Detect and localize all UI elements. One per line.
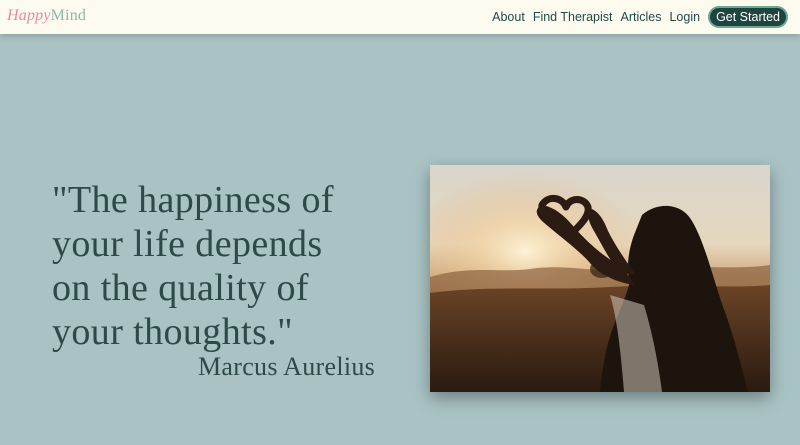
nav-link-find-therapist[interactable]: Find Therapist	[533, 5, 613, 29]
main-nav: About Find Therapist Articles Login Get …	[484, 5, 788, 29]
hero-photo	[430, 165, 770, 392]
quote-line: on the quality of	[52, 267, 309, 309]
brand-logo-mind: Mind	[50, 7, 87, 24]
quote-author: Marcus Aurelius	[198, 352, 376, 381]
hero-quote: "The happiness of your life depends on t…	[52, 178, 392, 354]
heart-hands-sunset-photo	[430, 165, 770, 392]
nav-link-articles[interactable]: Articles	[620, 5, 661, 29]
brand-logo[interactable]: HappyMind	[7, 6, 86, 26]
quote-line: "The happiness of	[52, 179, 334, 221]
nav-link-about[interactable]: About	[492, 5, 525, 29]
top-navbar: HappyMind About Find Therapist Articles …	[0, 0, 800, 34]
quote-line: your life depends	[52, 223, 323, 265]
nav-link-login[interactable]: Login	[669, 5, 700, 29]
quote-line: your thoughts."	[52, 311, 294, 353]
brand-logo-happy: Happy	[7, 7, 51, 24]
get-started-button[interactable]: Get Started	[708, 6, 788, 28]
